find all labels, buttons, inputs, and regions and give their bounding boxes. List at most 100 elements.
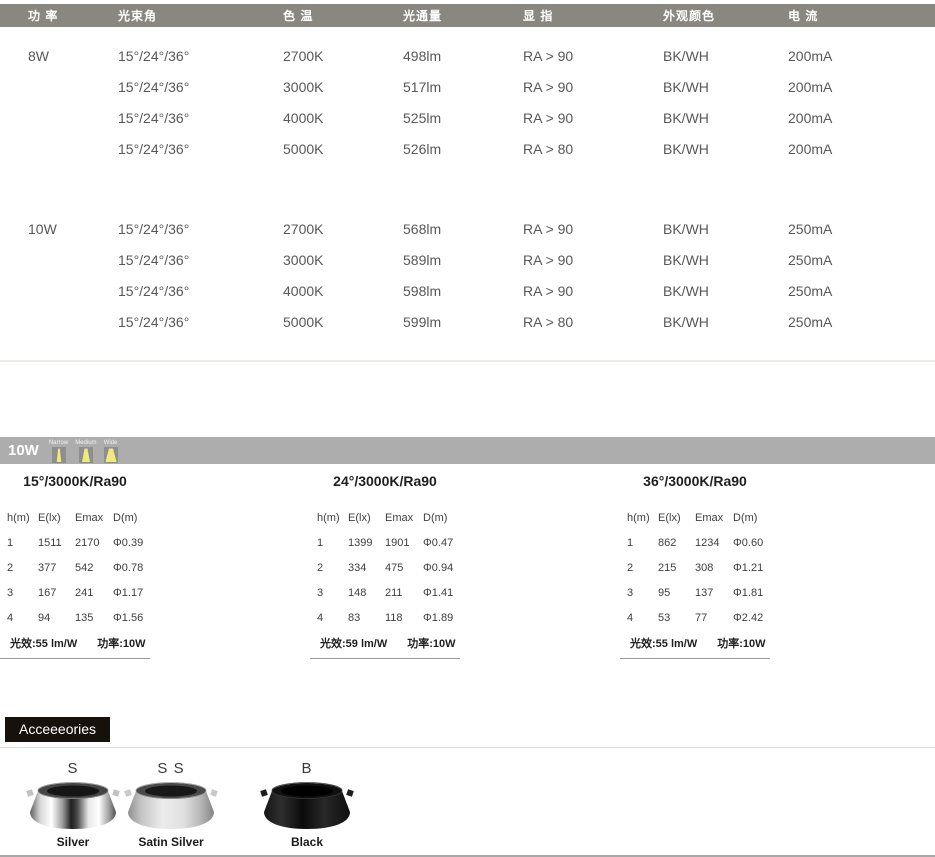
accessory-item-black: B Black — [259, 760, 355, 849]
table-row: 2 334 475 Φ0.94 — [310, 555, 620, 580]
table-row: 15°/24°/36° 4000K 525lm RA > 90 BK/WH 20… — [0, 102, 935, 133]
cell: Φ1.56 — [113, 612, 157, 624]
photometry-table-title: 24°/3000K/Ra90 — [310, 473, 460, 489]
cri-cell: RA > 90 — [523, 48, 663, 64]
col-header: Emax — [695, 512, 733, 524]
cell: 77 — [695, 612, 733, 624]
col-header: D(m) — [733, 512, 777, 524]
cell: 118 — [385, 612, 423, 624]
beam-option-wide: Wide — [104, 440, 118, 463]
cct-cell: 5000K — [283, 141, 403, 157]
cell: 1 — [7, 537, 38, 549]
cell: Φ0.78 — [113, 562, 157, 574]
table-row: 15°/24°/36° 5000K 599lm RA > 80 BK/WH 25… — [0, 306, 935, 337]
cell: Φ0.94 — [423, 562, 467, 574]
cell: 137 — [695, 587, 733, 599]
cell: 1399 — [348, 537, 385, 549]
header-cri: 显 指 — [523, 7, 663, 24]
cri-cell: RA > 90 — [523, 221, 663, 237]
cct-cell: 5000K — [283, 314, 403, 330]
flux-cell: 517lm — [403, 79, 523, 95]
cell: 167 — [38, 587, 75, 599]
flux-cell: 526lm — [403, 141, 523, 157]
cell: Φ1.17 — [113, 587, 157, 599]
accessories-title-badge: Acceeeories — [5, 717, 110, 742]
beam-cell: 15°/24°/36° — [118, 110, 283, 126]
header-beam-angle: 光束角 — [118, 7, 283, 24]
table-row: 15°/24°/36° 5000K 526lm RA > 80 BK/WH 20… — [0, 133, 935, 164]
cell: Φ0.39 — [113, 537, 157, 549]
flux-cell: 568lm — [403, 221, 523, 237]
table-row: 2 215 308 Φ1.21 — [620, 555, 935, 580]
cell: 475 — [385, 562, 423, 574]
table-row: 15°/24°/36° 3000K 589lm RA > 90 BK/WH 25… — [0, 244, 935, 275]
flux-cell: 599lm — [403, 314, 523, 330]
wide-beam-icon — [104, 447, 118, 463]
power-cell: 8W — [28, 48, 118, 64]
current-cell: 250mA — [788, 283, 935, 299]
cell: Φ0.47 — [423, 537, 467, 549]
color-cell: BK/WH — [663, 221, 788, 237]
cell: 4 — [317, 612, 348, 624]
cell: 4 — [7, 612, 38, 624]
photometry-footer: 光效:55 lm/W 功率:10W — [620, 632, 770, 659]
color-cell: BK/WH — [663, 79, 788, 95]
accessory-code: B — [301, 760, 312, 778]
beam-cell: 15°/24°/36° — [118, 221, 283, 237]
cell: 3 — [627, 587, 658, 599]
spec-group-10w: 10W 15°/24°/36° 2700K 568lm RA > 90 BK/W… — [0, 213, 935, 337]
cct-cell: 2700K — [283, 221, 403, 237]
cri-cell: RA > 80 — [523, 141, 663, 157]
cell: 1901 — [385, 537, 423, 549]
col-header: D(m) — [113, 512, 157, 524]
cell: 862 — [658, 537, 695, 549]
color-cell: BK/WH — [663, 283, 788, 299]
cct-cell: 2700K — [283, 48, 403, 64]
beam-cell: 15°/24°/36° — [118, 252, 283, 268]
cell: 1 — [317, 537, 348, 549]
cell: 53 — [658, 612, 695, 624]
cell: 308 — [695, 562, 733, 574]
power-cell: 10W — [28, 221, 118, 237]
accessory-name: Silver — [57, 835, 90, 849]
cell: 1 — [627, 537, 658, 549]
cell: 83 — [348, 612, 385, 624]
table-row: 3 95 137 Φ1.81 — [620, 580, 935, 605]
header-current: 电 流 — [788, 7, 935, 24]
col-header: E(lx) — [38, 512, 75, 524]
table-row: 1 862 1234 Φ0.60 — [620, 530, 935, 555]
color-cell: BK/WH — [663, 110, 788, 126]
cell: 1234 — [695, 537, 733, 549]
cri-cell: RA > 80 — [523, 314, 663, 330]
header-flux: 光通量 — [403, 7, 523, 24]
current-cell: 250mA — [788, 221, 935, 237]
color-cell: BK/WH — [663, 141, 788, 157]
photometry-header-row: h(m) E(lx) Emax D(m) — [620, 505, 935, 530]
table-row: 4 53 77 Φ2.42 — [620, 605, 935, 630]
cell: 2 — [7, 562, 38, 574]
col-header: h(m) — [317, 512, 348, 524]
table-row: 1 1399 1901 Φ0.47 — [310, 530, 620, 555]
cell: Φ1.89 — [423, 612, 467, 624]
table-row: 10W 15°/24°/36° 2700K 568lm RA > 90 BK/W… — [0, 213, 935, 244]
cct-cell: 4000K — [283, 110, 403, 126]
datasheet-page: 功 率 光束角 色 温 光通量 显 指 外观颜色 电 流 8W 15°/24°/… — [0, 0, 935, 857]
beam-option-narrow: Narrow — [49, 440, 68, 463]
current-cell: 200mA — [788, 79, 935, 95]
flux-cell: 598lm — [403, 283, 523, 299]
cell: 215 — [658, 562, 695, 574]
col-header: D(m) — [423, 512, 467, 524]
beam-option-label: Medium — [75, 440, 96, 446]
cct-cell: 3000K — [283, 252, 403, 268]
narrow-beam-icon — [52, 447, 66, 463]
cell: 3 — [317, 587, 348, 599]
header-power: 功 率 — [28, 7, 118, 24]
photometry-footer: 光效:55 lm/W 功率:10W — [0, 632, 150, 659]
table-row: 4 94 135 Φ1.56 — [0, 605, 310, 630]
beam-option-label: Wide — [104, 440, 118, 446]
efficacy-label: 光效:55 lm/W — [10, 635, 77, 651]
col-header: h(m) — [7, 512, 38, 524]
cell: Φ0.60 — [733, 537, 777, 549]
spec-table: 功 率 光束角 色 温 光通量 显 指 外观颜色 电 流 8W 15°/24°/… — [0, 4, 935, 362]
table-row: 15°/24°/36° 4000K 598lm RA > 90 BK/WH 25… — [0, 275, 935, 306]
